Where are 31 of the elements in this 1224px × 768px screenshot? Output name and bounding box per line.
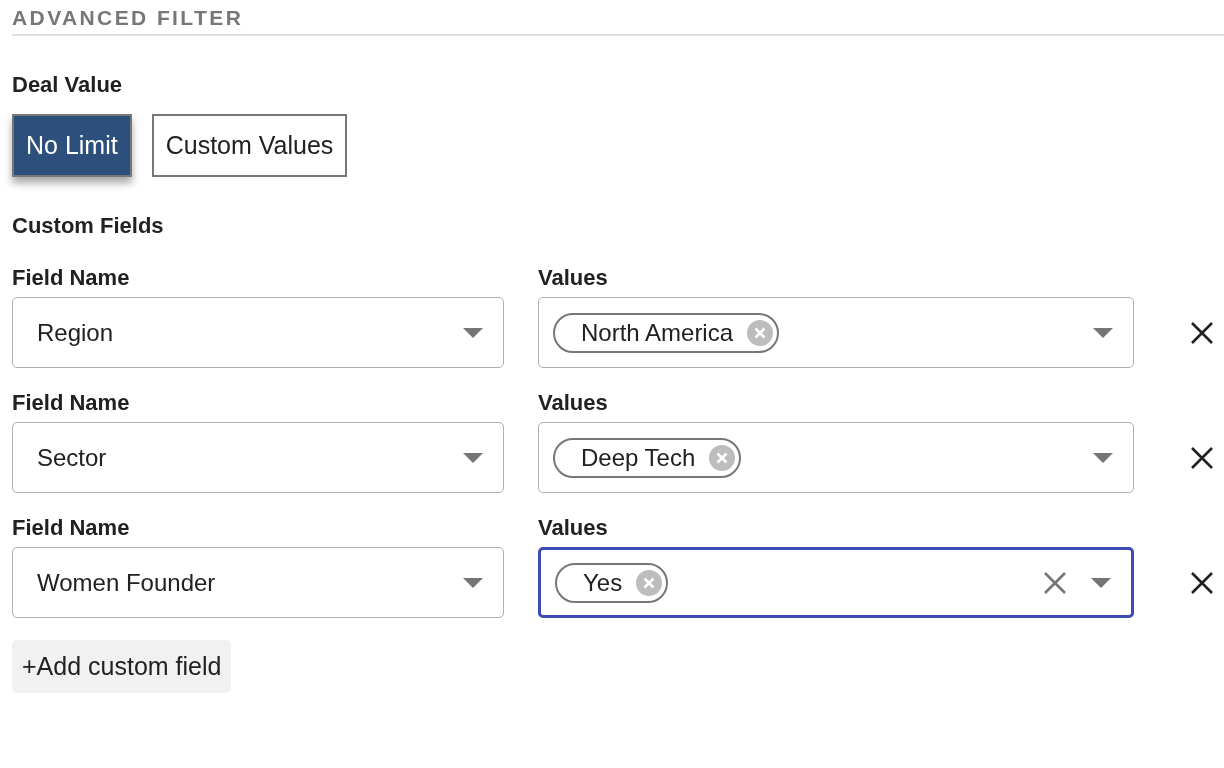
value-chip[interactable]: North America [553,312,780,353]
field-name-select[interactable]: Region [12,297,504,368]
values-label: Values [538,265,609,291]
values-select[interactable]: Yes [538,547,1134,618]
caret-icon [1093,327,1113,338]
add-custom-field-button[interactable]: +Add custom field [12,640,232,693]
deal-value-option[interactable]: No Limit [12,114,132,177]
caret-icon [1093,452,1113,463]
values-label: Values [538,515,609,541]
close-icon[interactable] [1190,570,1214,595]
close-icon[interactable] [1190,445,1214,470]
caret-icon [1091,577,1111,588]
clear-icon[interactable] [1043,570,1067,595]
values-label: Values [538,390,609,416]
field-name-label: Field Name [12,390,131,416]
caret-icon [463,577,483,588]
close-icon[interactable] [1190,320,1214,345]
value-chip[interactable]: Yes [555,562,669,603]
values-select[interactable]: North America [538,297,1134,368]
field-name-select[interactable]: Women Founder [12,547,504,618]
field-name-select[interactable]: Sector [12,422,504,493]
values-select[interactable]: Deep Tech [538,422,1134,493]
field-name-label: Field Name [12,265,131,291]
deal-value-option[interactable]: Custom Values [151,114,348,177]
caret-icon [463,452,483,463]
section-title: ADVANCED FILTER [12,6,1224,36]
field-name-label: Field Name [12,515,131,541]
value-chip[interactable]: Deep Tech [553,437,742,478]
caret-icon [463,327,483,338]
deal-value-label: Deal Value [12,72,124,98]
custom-fields-label: Custom Fields [12,213,165,239]
